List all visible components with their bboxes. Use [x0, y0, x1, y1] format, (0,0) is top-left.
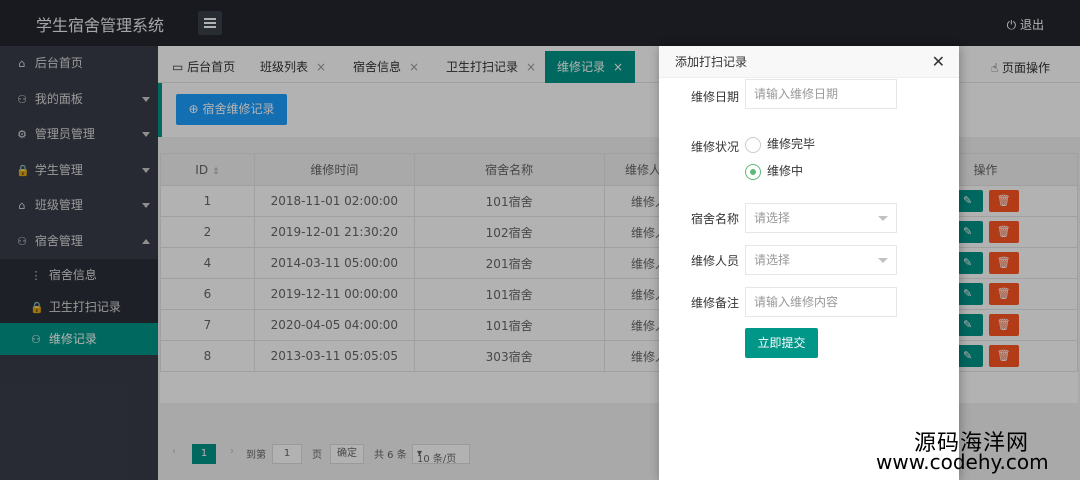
dialog-title: 添加打扫记录: [659, 46, 959, 78]
radio-circle-checked: [745, 163, 761, 180]
status-radio-done[interactable]: 维修完毕: [745, 135, 815, 153]
date-label: 维修日期: [690, 90, 739, 104]
close-icon[interactable]: ✕: [932, 53, 945, 71]
radio-circle: [745, 136, 761, 153]
note-label: 维修备注: [690, 296, 739, 310]
radio-label: 维修完毕: [767, 137, 816, 151]
add-record-dialog: 添加打扫记录 ✕ 维修日期 请输入维修日期 维修状况 维修完毕 维修中 宿舍名称…: [659, 46, 959, 480]
select-placeholder: 请选择: [754, 211, 791, 225]
dorm-select[interactable]: 请选择: [745, 203, 897, 233]
select-placeholder: 请选择: [754, 253, 791, 267]
dorm-label: 宿舍名称: [690, 212, 739, 226]
repair-date-input[interactable]: 请输入维修日期: [745, 79, 897, 109]
status-label: 维修状况: [690, 140, 739, 154]
repair-note-input[interactable]: 请输入维修内容: [745, 287, 897, 317]
submit-button[interactable]: 立即提交: [745, 328, 818, 358]
caret-down-icon: [878, 258, 888, 263]
watermark-url: www.codehy.com: [876, 450, 1049, 474]
caret-down-icon: [878, 216, 888, 221]
radio-label: 维修中: [767, 164, 804, 178]
staff-label: 维修人员: [690, 254, 739, 268]
status-radio-in-progress[interactable]: 维修中: [745, 162, 803, 180]
staff-select[interactable]: 请选择: [745, 245, 897, 275]
